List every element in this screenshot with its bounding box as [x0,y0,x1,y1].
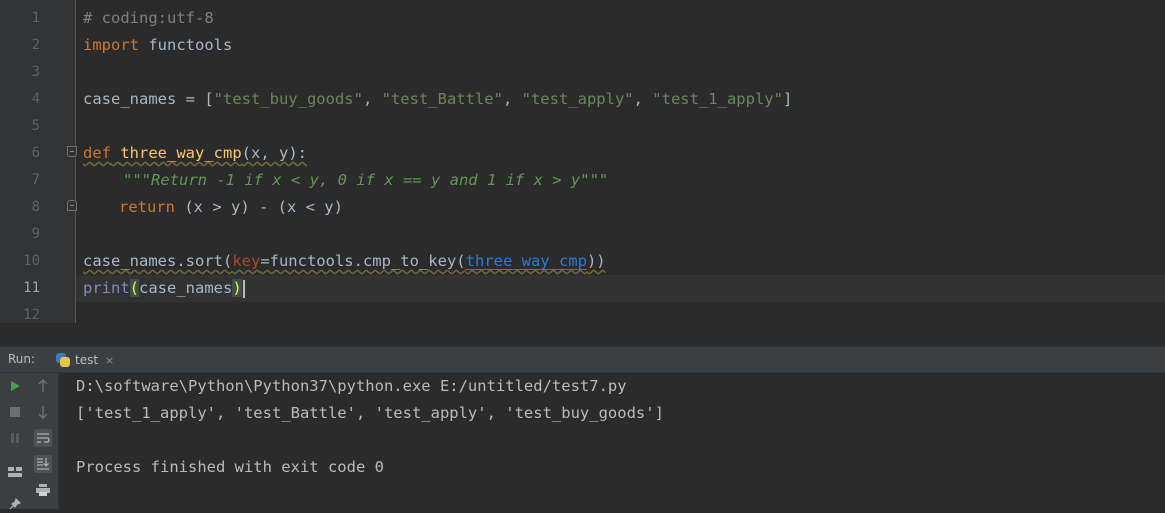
code-line-11[interactable]: print(case_names) [83,275,245,302]
close-icon[interactable]: × [105,354,114,367]
pause-button[interactable] [6,429,24,447]
closing-parens: )) [586,252,606,270]
run-console[interactable]: D:\software\Python\Python37\python.exe E… [59,373,1165,509]
arrow-down-icon [38,406,48,419]
string-literal: "test_apply" [521,90,634,108]
line-number: 7 [31,172,40,188]
string-literal: "test_1_apply" [652,90,783,108]
text-caret [242,279,245,298]
pin-button[interactable] [6,495,24,513]
code-line-4[interactable]: case_names = ["test_buy_goods", "test_Ba… [83,86,792,113]
method-call: =functools.cmp_to_key( [260,252,466,270]
code-line-1[interactable]: # coding:utf-8 [83,5,214,32]
line-number: 8 [31,199,40,215]
keyword: import [83,36,139,54]
separator: , [502,90,522,108]
code-editor[interactable]: 1 2 3 4 5 6 7 8 9 10 11 12 # coding:utf-… [0,0,1165,323]
fold-start-icon[interactable] [67,146,77,157]
fold-end-icon[interactable] [67,200,77,211]
line-number: 5 [31,118,40,134]
line-number-gutter: 1 2 3 4 5 6 7 8 9 10 11 12 [0,0,77,323]
run-toolbar [0,373,59,510]
function-reference[interactable]: three_way_cmp [466,252,587,270]
stop-button[interactable] [6,403,24,421]
code-line-10[interactable]: case_names.sort(key=functools.cmp_to_key… [83,248,606,275]
assignment: case_names = [ [83,90,214,108]
stop-icon [10,407,20,417]
line-number: 9 [31,226,40,242]
string-literal: "test_Battle" [381,90,503,108]
string-literal: "test_buy_goods" [213,90,363,108]
pause-icon [11,433,19,443]
separator: , [362,90,382,108]
run-tab-label: test [75,353,99,367]
module-name: functools [139,36,233,54]
code-line-6[interactable]: def three_way_cmp(x, y): [83,140,307,167]
code-line-8[interactable]: return (x > y) - (x < y) [119,194,343,221]
console-line-command: D:\software\Python\Python37\python.exe E… [76,377,627,395]
line-number-current: 11 [23,280,40,296]
play-icon [11,381,20,391]
pin-icon [9,498,21,510]
scroll-down-button[interactable] [34,403,52,421]
scroll-to-end-icon [37,458,49,470]
editor-horizontal-area [76,323,1165,346]
run-label: Run: [8,352,36,366]
method-call: case_names.sort( [83,252,233,270]
print-button[interactable] [34,481,52,499]
line-number: 3 [31,64,40,80]
scroll-up-button[interactable] [34,377,52,395]
soft-wrap-icon [37,433,50,443]
function-args: (x, y): [241,144,307,162]
run-tab-test[interactable]: test × [50,347,120,373]
keyword: return [119,198,175,216]
code-line-7[interactable]: """Return -1 if x < y, 0 if x == y and 1… [123,167,608,194]
return-expression: (x > y) - (x < y) [175,198,343,216]
code-line-2[interactable]: import functools [83,32,232,59]
matched-bracket: ) [232,279,242,297]
argument: case_names [139,279,233,297]
line-number: 6 [31,145,40,161]
keyword: def [83,144,111,162]
scroll-to-end-button[interactable] [34,455,52,473]
keyword-argument: key [232,252,261,270]
bracket: ] [782,90,793,108]
builtin-function: print [83,279,130,297]
line-number: 10 [23,253,40,269]
soft-wrap-button[interactable] [34,429,52,447]
python-icon [56,353,70,367]
docstring: """Return -1 if x < y, 0 if x == y and 1… [123,171,609,189]
rerun-button[interactable] [6,377,24,395]
separator: , [633,90,653,108]
printer-icon [36,484,50,496]
arrow-up-icon [38,379,48,392]
line-number: 1 [31,10,40,26]
layout-button[interactable] [6,463,24,481]
line-number: 2 [31,37,40,53]
line-number: 12 [23,307,40,323]
line-number: 4 [31,91,40,107]
function-name: three_way_cmp [120,144,242,162]
console-line-exit-status: Process finished with exit code 0 [76,458,384,476]
matched-bracket: ( [129,279,140,297]
comment: # coding:utf-8 [83,9,214,27]
run-panel-header: Run: test × [0,346,1165,373]
layout-icon [8,467,22,477]
console-line-output: ['test_1_apply', 'test_Battle', 'test_ap… [76,404,664,422]
